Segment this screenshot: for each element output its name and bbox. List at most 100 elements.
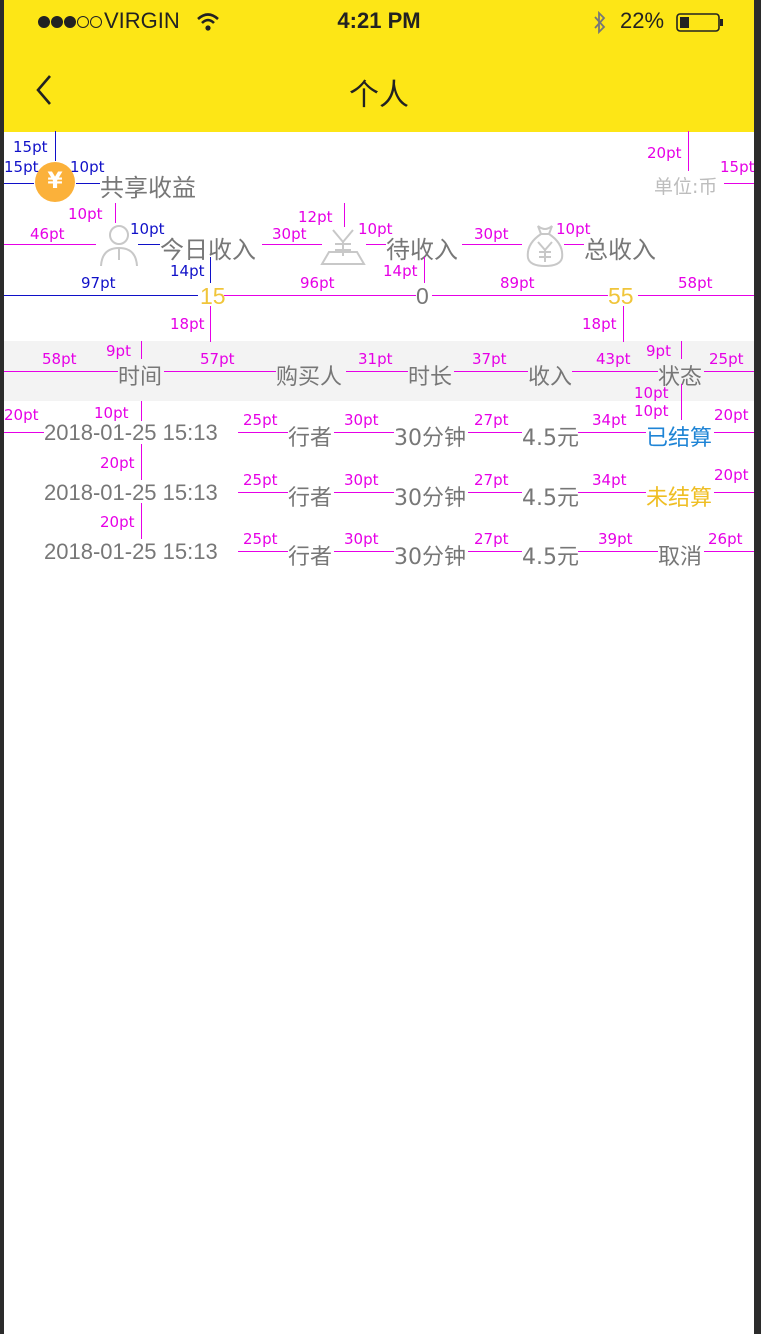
measure-line (55, 131, 56, 161)
measure-label: 31pt (358, 350, 393, 368)
measure-label: 58pt (42, 350, 77, 368)
measure-label: 15pt (13, 138, 48, 156)
measure-line (704, 371, 754, 372)
measure-label: 57pt (200, 350, 235, 368)
measure-line (238, 432, 288, 433)
measure-line (210, 257, 211, 283)
header-duration: 时长 (408, 365, 453, 390)
measure-line (681, 341, 682, 359)
measure-label: 27pt (474, 471, 509, 489)
status-badge: 未结算 (646, 486, 713, 511)
measure-label: 25pt (243, 411, 278, 429)
header-time: 时间 (118, 365, 163, 390)
measure-label: 20pt (647, 144, 682, 162)
header-bar: VIRGIN 4:21 PM 22% 个人 (4, 0, 754, 132)
stat-value-pending: 0 (416, 283, 429, 309)
header-income: 收入 (528, 365, 573, 390)
measure-line (334, 551, 394, 552)
measure-label: 25pt (243, 530, 278, 548)
measure-line (4, 371, 118, 372)
measure-label: 20pt (714, 406, 749, 424)
measure-label: 10pt (634, 402, 669, 420)
measure-label: 10pt (94, 404, 129, 422)
measure-line (141, 401, 142, 421)
phone-screen: VIRGIN 4:21 PM 22% 个人 ¥ 共享收益 单位:币 今日收入 待… (4, 0, 754, 1334)
measure-line (141, 341, 142, 359)
measure-line (344, 203, 345, 227)
measure-line (468, 551, 522, 552)
measure-label: 34pt (592, 411, 627, 429)
cell-income: 4.5元 (522, 545, 579, 570)
measure-label: 96pt (300, 274, 335, 292)
measure-line (468, 432, 522, 433)
measure-line (238, 492, 288, 493)
measure-line (4, 183, 34, 184)
measure-label: 10pt (556, 220, 591, 238)
measure-label: 30pt (344, 471, 379, 489)
measure-label: 14pt (383, 262, 418, 280)
unit-label: 单位:币 (654, 176, 718, 198)
measure-line (714, 492, 754, 493)
measure-label: 97pt (81, 274, 116, 292)
measure-line (454, 371, 528, 372)
measure-line (164, 371, 276, 372)
measure-line (424, 257, 425, 283)
battery-percent: 22% (620, 8, 665, 33)
status-badge: 已结算 (646, 426, 713, 451)
measure-line (346, 371, 408, 372)
measure-line (224, 295, 416, 296)
measure-label: 58pt (678, 274, 713, 292)
measure-line (4, 432, 44, 433)
stat-label-today: 今日收入 (160, 236, 256, 264)
measure-label: 12pt (298, 208, 333, 226)
cell-duration: 30分钟 (394, 486, 466, 511)
measure-label: 10pt (130, 220, 165, 238)
measure-line (4, 244, 96, 245)
measure-label: 30pt (474, 225, 509, 243)
measure-label: 30pt (272, 225, 307, 243)
measure-label: 43pt (596, 350, 631, 368)
measure-label: 25pt (243, 471, 278, 489)
measure-label: 9pt (106, 342, 131, 360)
measure-label: 27pt (474, 411, 509, 429)
measure-line (4, 295, 198, 296)
measure-line (334, 492, 394, 493)
measure-line (578, 551, 658, 552)
cell-income: 4.5元 (522, 426, 579, 451)
measure-line (704, 551, 754, 552)
measure-label: 46pt (30, 225, 65, 243)
measure-label: 15pt (4, 158, 39, 176)
status-badge: 取消 (658, 545, 703, 570)
measure-line (432, 295, 608, 296)
measure-label: 9pt (646, 342, 671, 360)
measure-line (578, 492, 646, 493)
measure-line (578, 432, 646, 433)
measure-line (688, 131, 689, 171)
cell-buyer: 行者 (288, 426, 333, 451)
measure-line (366, 244, 386, 245)
cell-duration: 30分钟 (394, 545, 466, 570)
measure-label: 89pt (500, 274, 535, 292)
measure-line (638, 295, 754, 296)
cell-buyer: 行者 (288, 545, 333, 570)
cell-time: 2018-01-25 15:13 (44, 420, 218, 445)
measure-label: 15pt (720, 158, 754, 176)
measure-line (623, 306, 624, 342)
section-title: 共享收益 (100, 174, 196, 202)
measure-label: 39pt (598, 530, 633, 548)
measure-label: 26pt (708, 530, 743, 548)
measure-label: 20pt (4, 406, 39, 424)
battery-icon (676, 13, 723, 32)
stat-label-pending: 待收入 (386, 236, 458, 264)
measure-line (572, 371, 658, 372)
measure-line (76, 183, 100, 184)
measure-label: 27pt (474, 530, 509, 548)
measure-label: 18pt (170, 315, 205, 333)
measure-label: 14pt (170, 262, 205, 280)
measure-label: 10pt (68, 205, 103, 223)
cell-time: 2018-01-25 15:13 (44, 539, 218, 564)
measure-line (681, 384, 682, 420)
cell-duration: 30分钟 (394, 426, 466, 451)
stat-label-total: 总收入 (584, 236, 656, 264)
cell-income: 4.5元 (522, 486, 579, 511)
